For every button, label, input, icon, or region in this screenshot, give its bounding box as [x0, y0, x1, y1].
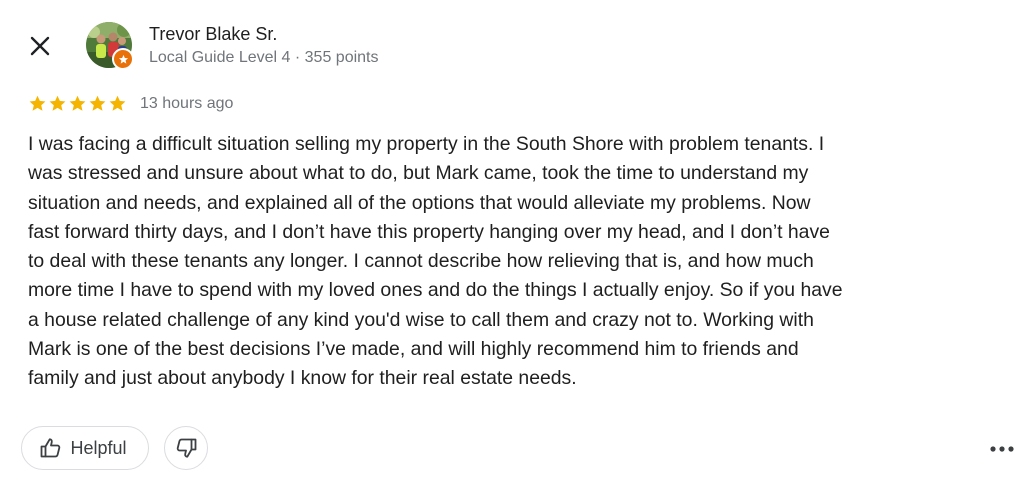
- close-icon: [30, 36, 50, 56]
- helpful-button[interactable]: Helpful: [21, 426, 149, 470]
- rating-row: 13 hours ago: [28, 94, 233, 113]
- thumbs-down-icon: [176, 438, 197, 458]
- thumbs-up-icon: [41, 438, 61, 458]
- review-line: more time I have to spend with my loved …: [28, 279, 843, 302]
- star-rating: [28, 94, 127, 113]
- not-helpful-button[interactable]: [164, 426, 208, 470]
- star-icon: [29, 95, 46, 111]
- review-actions: Helpful: [21, 426, 208, 470]
- star-icon: [49, 95, 66, 111]
- star-icon: [89, 95, 106, 111]
- avatar[interactable]: [86, 22, 134, 70]
- review-detail-panel: Trevor Blake Sr. Local Guide Level 4 · 3…: [0, 0, 1024, 492]
- helpful-label: Helpful: [70, 437, 127, 458]
- more-options-button[interactable]: [983, 436, 1021, 462]
- review-line: family and just about anybody I know for…: [28, 367, 577, 390]
- star-icon: [69, 95, 86, 111]
- review-line: to deal with these tenants any longer. I…: [28, 250, 814, 273]
- review-line: situation and needs, and explained all o…: [28, 191, 811, 214]
- reviewer-meta: Local Guide Level 4 · 355 points: [149, 49, 379, 66]
- review-line: fast forward thirty days, and I don’t ha…: [28, 220, 830, 243]
- reviewer-name[interactable]: Trevor Blake Sr.: [149, 24, 277, 45]
- review-line: I was facing a difficult situation selli…: [28, 133, 825, 155]
- more-options-icon: [990, 446, 1014, 452]
- review-text: I was facing a difficult situation selli…: [28, 130, 1003, 394]
- review-line: Mark is one of the best decisions I’ve m…: [28, 338, 799, 361]
- review-line: was stressed and unsure about what to do…: [28, 162, 809, 185]
- review-line: a house related challenge of any kind yo…: [28, 308, 814, 331]
- local-guide-star-icon: [112, 48, 134, 70]
- close-button[interactable]: [26, 32, 54, 60]
- review-timestamp: 13 hours ago: [140, 94, 234, 112]
- star-icon: [109, 95, 126, 111]
